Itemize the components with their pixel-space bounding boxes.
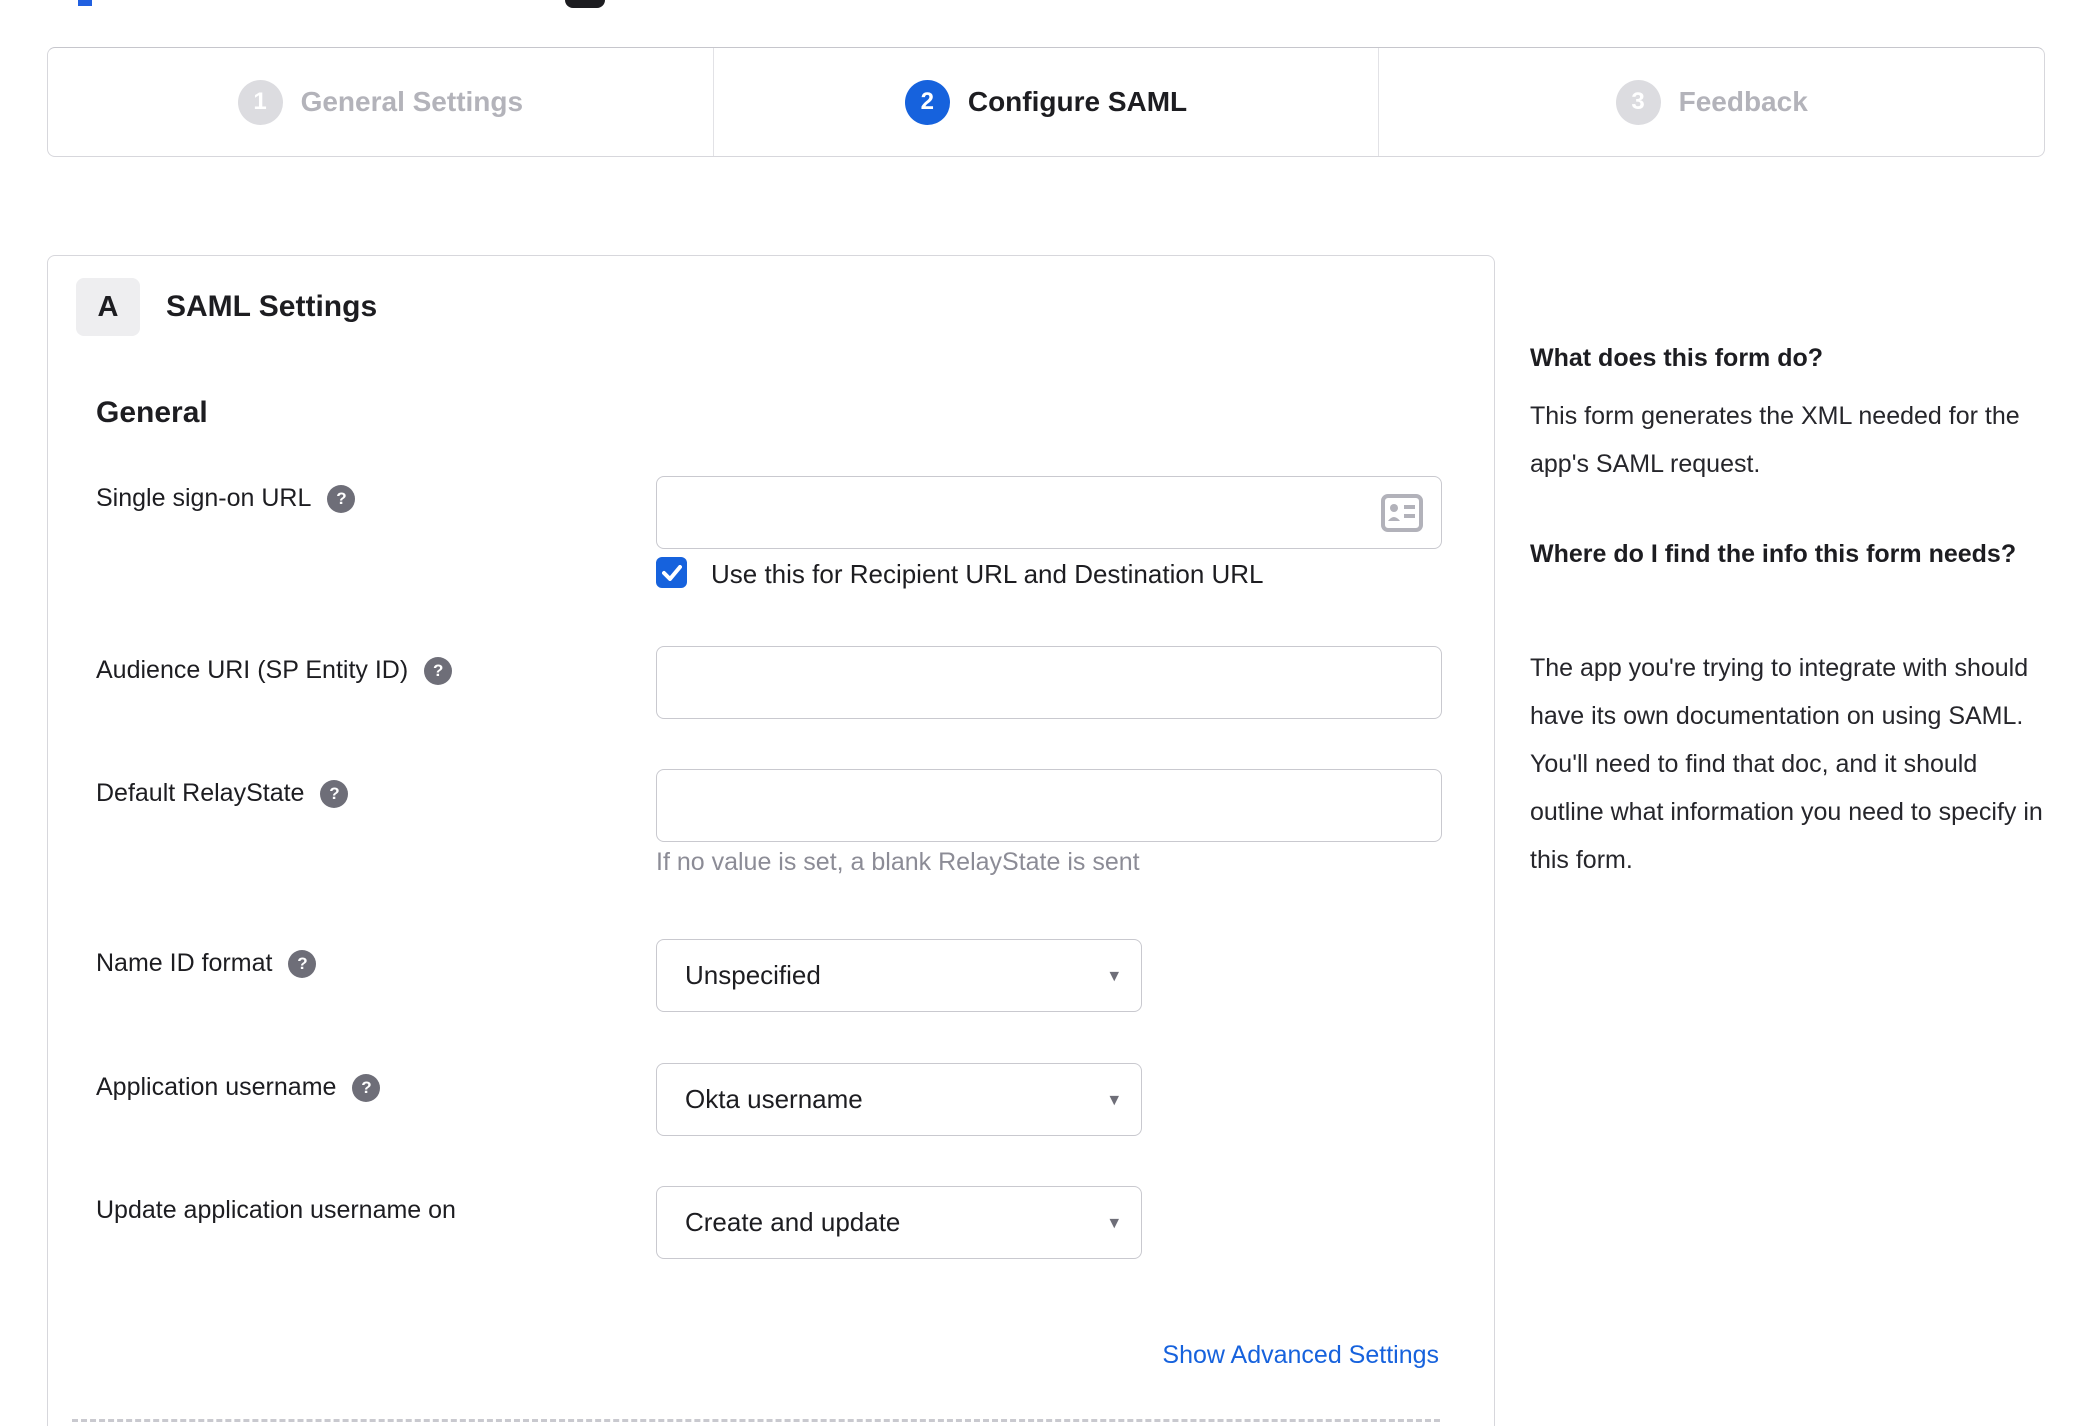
update-username-label: Update application username on [96, 1196, 456, 1224]
section-a-badge: A [76, 278, 140, 336]
step-general-settings[interactable]: 1 General Settings [48, 48, 713, 156]
help-body-what: This form generates the XML needed for t… [1530, 402, 2020, 478]
nameid-format-select[interactable]: Unspecified ▾ [656, 939, 1142, 1012]
relaystate-hint: If no value is set, a blank RelayState i… [656, 848, 1140, 876]
nameid-format-label-row: Name ID format ? [96, 949, 317, 978]
app-username-select[interactable]: Okta username ▾ [656, 1063, 1142, 1136]
check-icon [661, 564, 682, 581]
relaystate-label-row: Default RelayState ? [96, 779, 349, 808]
help-body-where: The app you're trying to integrate with … [1530, 654, 2043, 874]
relaystate-input[interactable] [656, 769, 1442, 842]
update-username-label-row: Update application username on [96, 1196, 456, 1225]
relaystate-label: Default RelayState [96, 779, 305, 807]
step-label: General Settings [300, 86, 524, 117]
recipient-url-checkbox[interactable] [656, 557, 687, 588]
update-username-value: Create and update [685, 1207, 901, 1237]
app-username-label-row: Application username ? [96, 1073, 381, 1102]
help-icon[interactable]: ? [352, 1073, 381, 1102]
chevron-down-icon: ▾ [1109, 1089, 1119, 1110]
help-heading-where: Where do I find the info this form needs… [1530, 540, 2017, 568]
audience-uri-label-row: Audience URI (SP Entity ID) ? [96, 656, 453, 685]
step-number-badge: 1 [237, 79, 283, 125]
configure-saml-page: 1 General Settings 2 Configure SAML 3 Fe… [0, 0, 2092, 1426]
help-icon[interactable]: ? [327, 484, 356, 513]
step-configure-saml[interactable]: 2 Configure SAML [712, 48, 1379, 156]
help-icon[interactable]: ? [424, 656, 453, 685]
step-number-badge: 3 [1615, 79, 1661, 125]
show-advanced-settings-link[interactable]: Show Advanced Settings [1162, 1341, 1439, 1370]
nameid-format-label: Name ID format [96, 949, 273, 977]
step-label: Configure SAML [967, 86, 1188, 117]
sso-url-input[interactable] [656, 476, 1442, 549]
update-username-select[interactable]: Create and update ▾ [656, 1186, 1142, 1259]
section-divider [72, 1419, 1440, 1422]
wizard-stepper: 1 General Settings 2 Configure SAML 3 Fe… [47, 47, 2045, 157]
step-label: Feedback [1678, 86, 1808, 117]
app-username-label: Application username [96, 1073, 337, 1101]
app-username-value: Okta username [685, 1084, 863, 1114]
audience-uri-label: Audience URI (SP Entity ID) [96, 656, 409, 684]
saml-settings-panel: A SAML Settings General Single sign-on U… [47, 255, 1495, 1426]
general-section-heading: General [96, 396, 208, 429]
help-icon[interactable]: ? [288, 949, 317, 978]
nameid-format-value: Unspecified [685, 960, 821, 990]
help-icon[interactable]: ? [320, 779, 349, 808]
chevron-down-icon: ▾ [1109, 965, 1119, 986]
sso-url-label-row: Single sign-on URL ? [96, 484, 356, 513]
step-feedback[interactable]: 3 Feedback [1378, 48, 2044, 156]
step-number-badge: 2 [904, 79, 950, 125]
header-fragment-toggle [565, 0, 605, 8]
recipient-url-checkbox-label[interactable]: Use this for Recipient URL and Destinati… [711, 559, 1264, 590]
contact-card-icon[interactable] [1380, 492, 1424, 534]
audience-uri-input[interactable] [656, 646, 1442, 719]
header-fragment-blue [78, 0, 92, 6]
help-heading-what: What does this form do? [1530, 344, 1824, 372]
sso-url-label: Single sign-on URL [96, 484, 312, 512]
chevron-down-icon: ▾ [1109, 1212, 1119, 1233]
panel-title: SAML Settings [166, 290, 378, 323]
